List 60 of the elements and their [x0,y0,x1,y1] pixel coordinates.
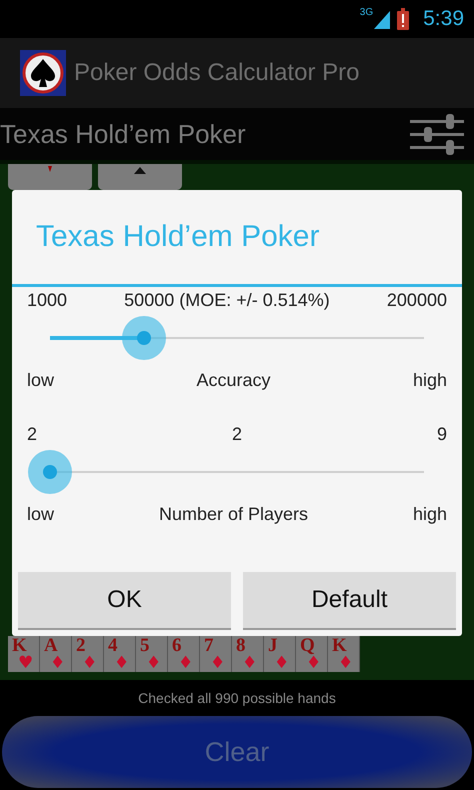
low-label: low [27,504,54,524]
slider-label: Accuracy [196,370,270,390]
card-suit: ♦ [306,656,322,671]
spade-logo-icon [20,50,66,96]
game-title: Texas Hold’em Poker [0,118,246,150]
card-suit: ♦ [178,656,194,671]
card-suit: ♥ [18,656,34,671]
card-rank: Q [300,636,315,656]
min-value: 2 [27,424,38,444]
card-rank: K [332,636,347,656]
result-text: Checked all 990 possible hands [137,689,337,708]
card-suit: ♦ [242,656,258,671]
playing-card[interactable]: A ♦ [40,636,72,672]
playing-card[interactable]: 5 ♦ [136,636,168,672]
card-rank: 6 [172,636,182,656]
card-rank: A [44,636,58,656]
card-rank: 8 [236,636,246,656]
card-suit: ♦ [210,656,226,671]
card-rank: 4 [108,636,118,656]
default-button[interactable]: Default [243,572,456,630]
card-suit: ♦ [274,656,290,671]
card-suit: ♦ [146,656,162,671]
card-rank: K [12,636,27,656]
clear-button[interactable]: Clear [2,716,472,788]
battery-alert-icon [397,8,410,30]
playing-card[interactable]: K ♦ [328,636,360,672]
card-rank: 7 [204,636,214,656]
clock-time: 5:39 [423,7,464,31]
current-value: 50000 (MOE: +/- 0.514%) [124,290,330,310]
slider-thumb[interactable] [28,450,72,494]
low-label: low [27,370,54,390]
playing-card[interactable]: 7 ♦ [200,636,232,672]
signal-icon [373,9,392,29]
playing-card[interactable]: K ♥ [8,636,40,672]
network-label: 3G [360,7,374,18]
playing-card[interactable]: J ♦ [264,636,296,672]
high-label: high [412,370,447,390]
max-value: 200000 [386,290,447,310]
min-value: 1000 [27,290,68,310]
card-rank: 2 [76,636,86,656]
settings-sliders-icon [410,113,464,155]
playing-card[interactable]: 8 ♦ [232,636,264,672]
app-title: Poker Odds Calculator Pro [74,59,360,87]
card-rank: 5 [140,636,150,656]
current-value: 2 [232,424,242,444]
slider-thumb[interactable] [122,316,166,360]
playing-card[interactable]: 4 ♦ [104,636,136,672]
high-label: high [412,504,447,524]
dialog-title: Texas Hold’em Poker [35,219,320,255]
playing-card[interactable]: 2 ♦ [72,636,104,672]
playing-card[interactable]: Q ♦ [296,636,328,672]
card-suit: ♦ [50,656,66,671]
playing-card[interactable]: 6 ♦ [168,636,200,672]
card-rank: J [268,636,278,656]
card-suit: ♦ [82,656,98,671]
max-value: 9 [436,424,447,444]
slider-label: Number of Players [158,504,308,524]
ok-button[interactable]: OK [18,572,231,630]
card-suit: ♦ [338,656,354,671]
card-suit: ♦ [114,656,130,671]
